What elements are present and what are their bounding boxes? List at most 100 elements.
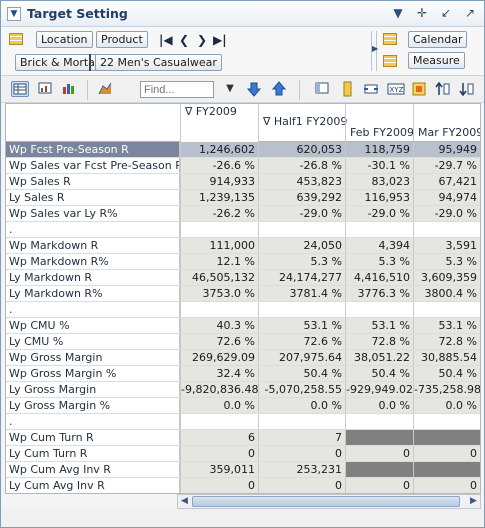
find-input[interactable] [140,81,214,98]
row-label[interactable]: Wp CMU % [6,318,180,333]
table-cell[interactable]: -30.1 % [345,158,413,173]
table-cell[interactable]: 50.4 % [258,366,345,381]
table-cell[interactable] [345,462,413,477]
sort-ascending-icon[interactable] [435,81,453,97]
row-label[interactable]: Wp Fcst Pre-Season R [6,142,180,157]
grid-options-icon[interactable] [314,81,332,97]
prev-icon[interactable]: ❮ [179,33,189,47]
table-cell[interactable]: -29.7 % [413,158,480,173]
find-previous-icon[interactable] [271,81,289,97]
table-cell[interactable]: 639,292 [258,190,345,205]
last-icon[interactable]: ▶| [213,33,227,47]
ruler-icon[interactable] [339,81,357,97]
column-header-mar-fy2009[interactable]: Mar FY2009 [413,104,480,142]
table-cell[interactable]: 3,591 [413,238,480,253]
row-label[interactable]: Wp Cum Turn R [6,430,180,445]
table-cell[interactable] [180,414,258,429]
table-cell[interactable]: 40.3 % [180,318,258,333]
row-label[interactable]: Wp Gross Margin % [6,366,180,381]
table-cell[interactable]: 3800.4 % [413,286,480,301]
table-cell[interactable]: 50.4 % [345,366,413,381]
table-cell[interactable]: 72.8 % [413,334,480,349]
scroll-right-icon[interactable]: ▶ [467,495,480,508]
table-cell[interactable] [413,430,480,445]
collapse-chevron-icon[interactable]: ▼ [7,6,21,21]
chart-table-icon[interactable] [37,81,55,97]
table-cell[interactable]: 72.6 % [258,334,345,349]
table-cell[interactable] [258,414,345,429]
table-cell[interactable]: -26.8 % [258,158,345,173]
dropdown-arrow-icon[interactable]: ▼ [392,6,404,20]
table-cell[interactable]: 116,953 [345,190,413,205]
row-label[interactable]: Wp Sales R [6,174,180,189]
table-cell[interactable]: 914,933 [180,174,258,189]
table-cell[interactable]: 0 [180,446,258,461]
table-cell[interactable]: 253,231 [258,462,345,477]
table-cell[interactable] [180,302,258,317]
table-cell[interactable] [345,414,413,429]
table-cell[interactable]: 111,000 [180,238,258,253]
table-cell[interactable]: 4,394 [345,238,413,253]
first-icon[interactable]: |◀ [159,33,173,47]
table-cell[interactable]: 0.0 % [180,398,258,413]
minimize-icon[interactable]: ↙ [440,6,452,20]
row-label[interactable]: . [6,222,180,237]
table-cell[interactable]: 0 [345,478,413,493]
product-value[interactable]: 22 Men's Casualwear [95,54,222,71]
row-label[interactable]: Ly Sales R [6,190,180,205]
row-label[interactable]: Ly Cum Turn R [6,446,180,461]
table-cell[interactable]: 46,505,132 [180,270,258,285]
table-cell[interactable]: 53.1 % [345,318,413,333]
swap-icon[interactable] [363,81,381,97]
table-cell[interactable] [413,222,480,237]
location-button[interactable]: Location [36,31,93,48]
table-cell[interactable]: 24,174,277 [258,270,345,285]
table-cell[interactable]: 0.0 % [345,398,413,413]
area-chart-icon[interactable] [97,81,115,97]
table-cell[interactable]: 67,421 [413,174,480,189]
table-cell[interactable]: 118,759 [345,142,413,157]
table-cell[interactable] [345,222,413,237]
table-cell[interactable]: 3781.4 % [258,286,345,301]
table-cell[interactable]: 4,416,510 [345,270,413,285]
table-cell[interactable]: 24,050 [258,238,345,253]
highlight-icon[interactable] [411,81,429,97]
row-label[interactable]: Wp Markdown R [6,238,180,253]
table-cell[interactable]: -29.0 % [258,206,345,221]
table-cell[interactable]: -29.0 % [345,206,413,221]
xyz-icon[interactable]: XYZ [387,81,405,97]
table-cell[interactable]: -26.2 % [180,206,258,221]
scroll-thumb[interactable] [192,496,460,507]
table-cell[interactable]: 453,823 [258,174,345,189]
bar-chart-icon[interactable] [61,81,79,97]
table-cell[interactable] [258,222,345,237]
row-label[interactable]: Ly Cum Avg Inv R [6,478,180,493]
row-label[interactable]: Ly Gross Margin % [6,398,180,413]
table-cell[interactable]: 94,974 [413,190,480,205]
row-label[interactable]: Ly Markdown R% [6,286,180,301]
table-cell[interactable] [180,222,258,237]
table-cell[interactable]: 95,949 [413,142,480,157]
row-label[interactable]: Ly Gross Margin [6,382,180,397]
table-cell[interactable]: 269,629.09 [180,350,258,365]
table-cell[interactable]: 6 [180,430,258,445]
table-cell[interactable]: 72.6 % [180,334,258,349]
table-cell[interactable]: 359,011 [180,462,258,477]
column-header-feb-fy2009[interactable]: Feb FY2009 [345,104,414,142]
table-cell[interactable]: 1,246,602 [180,142,258,157]
table-cell[interactable]: 30,885.54 [413,350,480,365]
table-cell[interactable]: 5.3 % [413,254,480,269]
find-dropdown-icon[interactable]: ▼ [221,81,239,97]
find-next-icon[interactable] [246,81,264,97]
table-cell[interactable]: 50.4 % [413,366,480,381]
table-cell[interactable]: -5,070,258.55 [258,382,345,397]
table-cell[interactable]: -26.6 % [180,158,258,173]
table-view-icon[interactable] [11,81,29,97]
table-cell[interactable]: 7 [258,430,345,445]
measure-button[interactable]: Measure [408,52,465,69]
next-icon[interactable]: ❯ [197,33,207,47]
table-cell[interactable]: 0 [180,478,258,493]
table-cell[interactable]: 0 [413,446,480,461]
table-cell[interactable]: 0.0 % [258,398,345,413]
table-cell[interactable]: 32.4 % [180,366,258,381]
